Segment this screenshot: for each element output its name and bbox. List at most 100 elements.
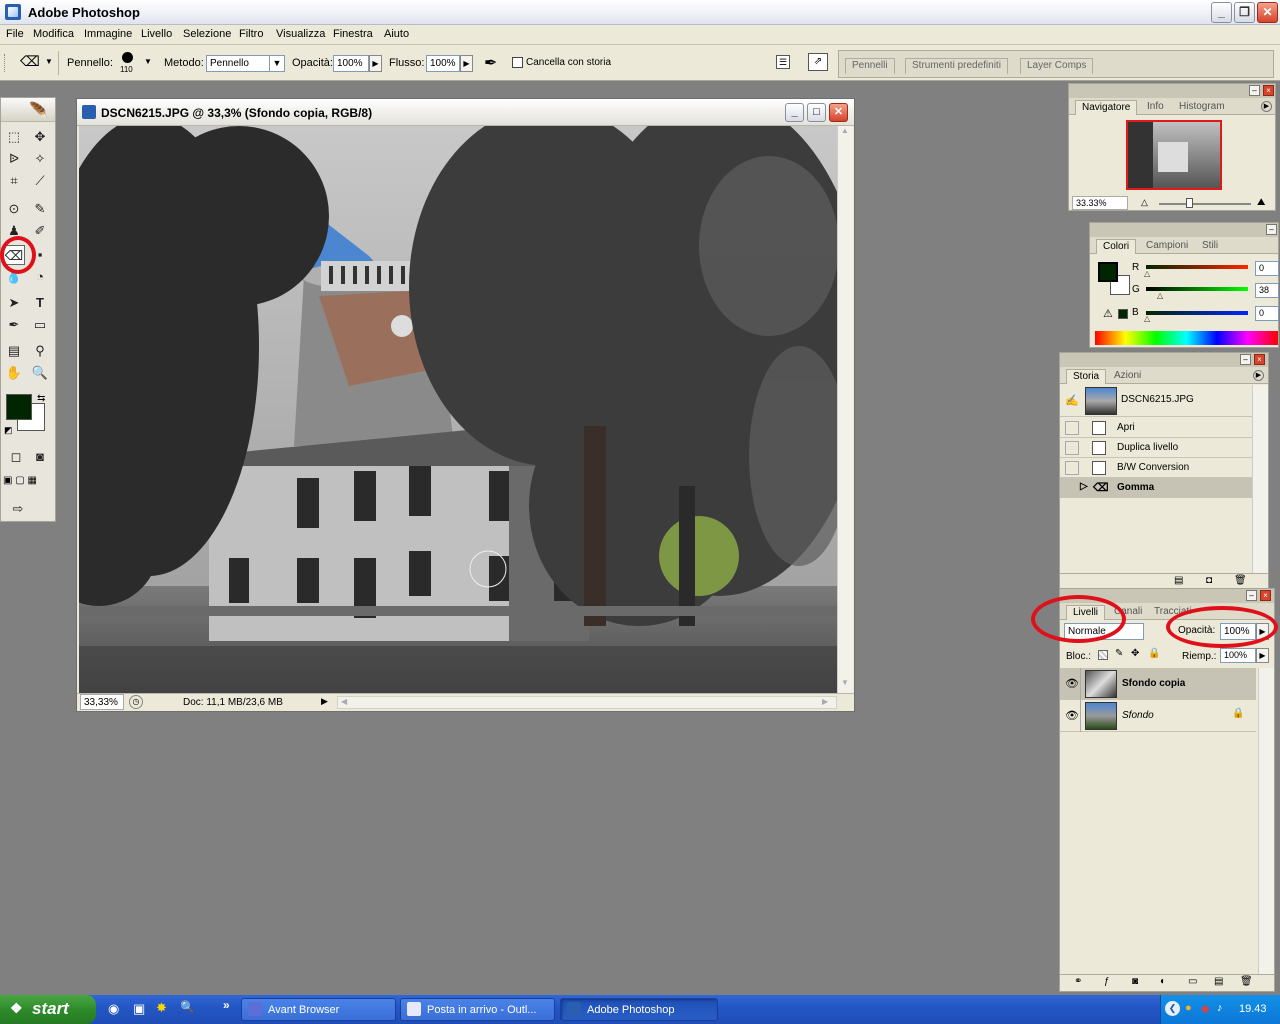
scroll-left-icon[interactable]: ◀ xyxy=(341,697,347,706)
menu-visualizza[interactable]: Visualizza xyxy=(276,28,325,40)
new-layer-icon[interactable]: ▤ xyxy=(1214,976,1223,987)
navigator-minimize-button[interactable]: – xyxy=(1249,85,1260,96)
marquee-tool-icon[interactable]: ⬚ xyxy=(3,127,25,147)
path-selection-tool-icon[interactable]: ➤ xyxy=(3,293,25,313)
brush-tip-icon[interactable] xyxy=(122,52,133,63)
tab-storia[interactable]: Storia xyxy=(1066,369,1107,384)
opacity-input[interactable]: 100% xyxy=(333,55,369,72)
well-tab-strumenti-predefiniti[interactable]: Strumenti predefiniti xyxy=(905,58,1008,74)
eyedropper-tool-icon[interactable]: ⚲ xyxy=(29,341,51,361)
history-source-checkbox[interactable] xyxy=(1065,461,1079,475)
layers-minimize-button[interactable]: – xyxy=(1246,590,1257,601)
gamut-warning-icon[interactable]: ⚠ xyxy=(1103,307,1113,320)
r-slider-track[interactable] xyxy=(1146,265,1248,269)
new-document-from-state-icon[interactable]: ▤ xyxy=(1174,575,1183,586)
scroll-right-icon[interactable]: ▶ xyxy=(822,697,828,706)
file-browser-icon[interactable]: ☰ xyxy=(776,55,790,69)
well-tab-layer-comps[interactable]: Layer Comps xyxy=(1020,58,1094,74)
lock-transparency-icon[interactable] xyxy=(1098,650,1108,660)
history-item-active[interactable]: ▷ ⌫ Gomma xyxy=(1060,478,1252,498)
pen-tool-icon[interactable]: ✒ xyxy=(3,315,25,335)
mode-dropdown-icon[interactable]: ▼ xyxy=(269,55,285,72)
history-close-button[interactable]: × xyxy=(1254,354,1265,365)
history-item[interactable]: B/W Conversion xyxy=(1060,458,1252,478)
zoom-slider-track[interactable] xyxy=(1159,203,1251,205)
g-slider-thumb-icon[interactable]: △ xyxy=(1157,291,1163,300)
lock-all-icon[interactable]: 🔒 xyxy=(1148,648,1160,659)
tab-info[interactable]: Info xyxy=(1141,100,1170,115)
navigator-thumbnail[interactable] xyxy=(1126,120,1222,190)
document-title-bar[interactable]: DSCN6215.JPG @ 33,3% (Sfondo copia, RGB/… xyxy=(77,99,854,126)
brush-picker-dropdown-icon[interactable]: ▼ xyxy=(144,57,152,66)
taskbar-item-photoshop[interactable]: Adobe Photoshop xyxy=(560,998,718,1021)
history-state-slider-icon[interactable]: ▷ xyxy=(1080,481,1088,492)
magic-wand-tool-icon[interactable]: ✧ xyxy=(29,149,51,169)
quicklaunch-star-icon[interactable]: ✸ xyxy=(156,1000,167,1016)
lasso-tool-icon[interactable]: ᐉ xyxy=(3,149,25,169)
rectangle-tool-icon[interactable]: ▭ xyxy=(29,315,51,335)
link-layers-icon[interactable]: ⚭ xyxy=(1074,976,1082,987)
tray-expand-icon[interactable]: ❮ xyxy=(1165,1001,1180,1016)
lock-pixels-icon[interactable]: ✎ xyxy=(1115,648,1123,659)
b-value-input[interactable]: 0 xyxy=(1255,306,1279,321)
fill-arrow-icon[interactable]: ▶ xyxy=(1256,648,1269,663)
tab-navigatore[interactable]: Navigatore xyxy=(1075,100,1138,115)
tray-volume-icon[interactable]: ♪ xyxy=(1217,1002,1223,1014)
tab-campioni[interactable]: Campioni xyxy=(1140,239,1194,254)
quicklaunch-avant-icon[interactable]: ▣ xyxy=(133,1001,145,1017)
zoom-tool-icon[interactable]: 🔍 xyxy=(29,363,51,383)
layer-visibility-eye-icon[interactable]: 👁 xyxy=(1065,709,1079,722)
quicklaunch-browser-icon[interactable]: ◉ xyxy=(108,1001,119,1017)
tool-preset-dropdown-icon[interactable]: ▼ xyxy=(45,57,53,66)
menu-modifica[interactable]: Modifica xyxy=(33,28,74,40)
layer-visibility-eye-icon[interactable]: 👁 xyxy=(1065,677,1079,690)
standard-mode-icon[interactable]: ◻ xyxy=(5,447,27,467)
tab-azioni[interactable]: Azioni xyxy=(1108,369,1147,384)
vertical-scrollbar[interactable]: ▲ ▼ xyxy=(837,126,853,693)
airbrush-icon[interactable]: ✒ xyxy=(484,53,497,73)
navigator-menu-icon[interactable]: ▶ xyxy=(1261,101,1272,112)
swap-colors-icon[interactable]: ⇆ xyxy=(37,393,45,404)
default-colors-icon[interactable]: ◩ xyxy=(4,425,13,436)
r-value-input[interactable]: 0 xyxy=(1255,261,1279,276)
layers-scrollbar[interactable] xyxy=(1258,668,1274,974)
crop-tool-icon[interactable]: ⌗ xyxy=(3,171,25,191)
scroll-up-icon[interactable]: ▲ xyxy=(841,126,849,135)
fill-input[interactable]: 100% xyxy=(1220,648,1256,663)
close-button[interactable]: ✕ xyxy=(1257,2,1278,23)
layer-row-sfondo-copia[interactable]: 👁 Sfondo copia xyxy=(1060,668,1256,700)
hand-tool-icon[interactable]: ✋ xyxy=(3,363,25,383)
history-snapshot-row[interactable]: ✍ DSCN6215.JPG xyxy=(1060,385,1252,417)
start-button[interactable]: ❖ start xyxy=(0,995,96,1024)
restore-button[interactable]: ❐ xyxy=(1234,2,1255,23)
zoom-in-icon[interactable]: ⛰ xyxy=(1257,197,1265,208)
zoom-slider-thumb[interactable] xyxy=(1186,198,1193,208)
gamut-color-swatch[interactable] xyxy=(1118,309,1128,319)
navigator-panel-titlebar[interactable]: – × xyxy=(1069,84,1275,98)
well-tab-pennelli[interactable]: Pennelli xyxy=(845,58,895,74)
brush-tool-icon[interactable]: ✎ xyxy=(29,199,51,219)
history-source-checkbox[interactable] xyxy=(1065,421,1079,435)
healing-brush-tool-icon[interactable]: ⊙ xyxy=(3,199,25,219)
slice-tool-icon[interactable]: ⟋ xyxy=(29,171,51,191)
menu-file[interactable]: File xyxy=(6,28,24,40)
menu-livello[interactable]: Livello xyxy=(141,28,172,40)
history-scrollbar[interactable] xyxy=(1252,385,1268,573)
mode-select[interactable]: Pennello xyxy=(206,55,270,72)
zoom-out-icon[interactable]: △ xyxy=(1141,197,1148,208)
history-delete-icon[interactable]: 🗑 xyxy=(1234,575,1247,586)
history-panel-titlebar[interactable]: – × xyxy=(1060,353,1268,367)
color-panel-titlebar[interactable]: – xyxy=(1090,223,1278,237)
snapshot-brush-source-icon[interactable]: ✍ xyxy=(1065,394,1079,407)
tab-stili[interactable]: Stili xyxy=(1196,239,1224,254)
history-item[interactable]: Apri xyxy=(1060,418,1252,438)
color-ramp[interactable] xyxy=(1095,331,1278,345)
b-slider-thumb-icon[interactable]: △ xyxy=(1144,314,1150,323)
history-item[interactable]: Duplica livello xyxy=(1060,438,1252,458)
eraser-preset-icon[interactable]: ⌫ xyxy=(20,53,40,70)
move-tool-icon[interactable]: ✥ xyxy=(29,127,51,147)
notes-tool-icon[interactable]: ▤ xyxy=(3,341,25,361)
doc-maximize-button[interactable]: □ xyxy=(807,103,826,122)
menu-immagine[interactable]: Immagine xyxy=(84,28,132,40)
delete-layer-icon[interactable]: 🗑 xyxy=(1240,976,1253,987)
